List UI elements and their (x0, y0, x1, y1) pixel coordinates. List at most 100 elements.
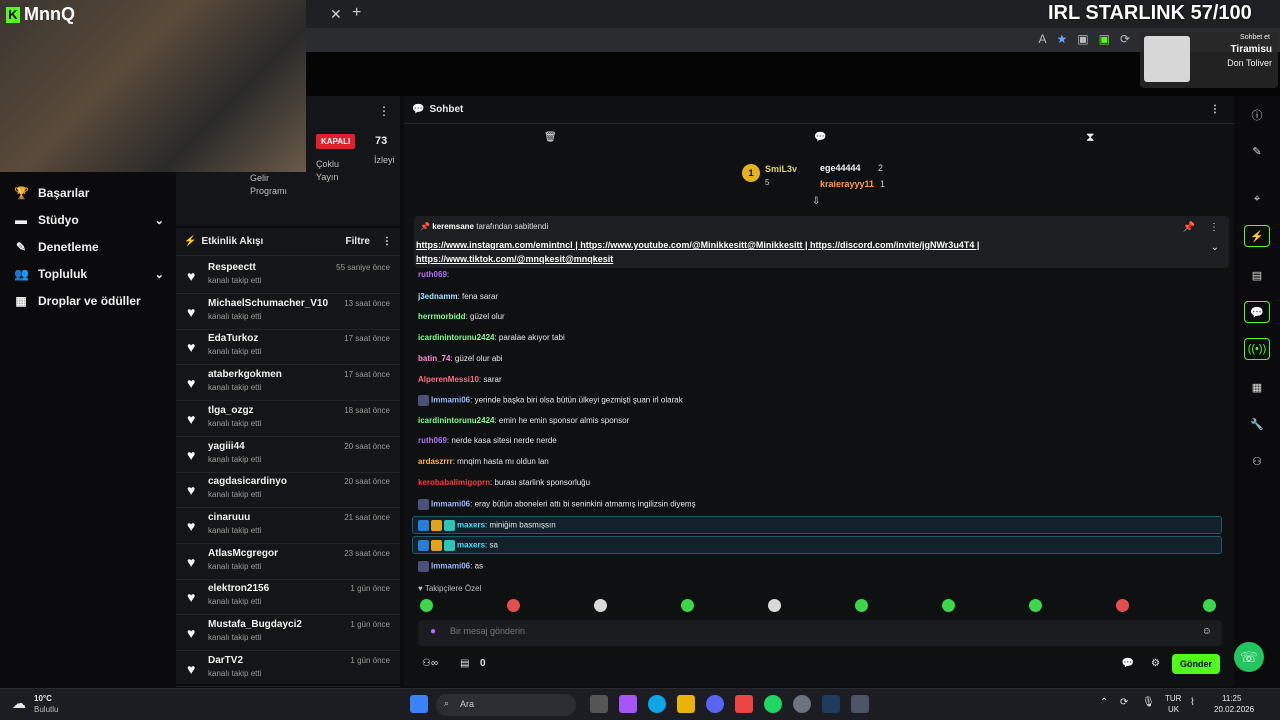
income-program-label[interactable]: Gelir Programı (250, 172, 300, 198)
chat-username[interactable]: kerobabalimigoprn (418, 478, 490, 487)
follower-name[interactable]: MichaelSchumacher_V10 (208, 298, 328, 309)
sidebar-item-moderation[interactable]: ✎ Denetleme (14, 240, 164, 254)
capture-icon[interactable]: ⌖ (1244, 188, 1270, 210)
emote-icon[interactable] (768, 599, 781, 612)
app-icon[interactable] (851, 695, 869, 713)
list-item[interactable]: ♥ Respeectt kanalı takip etti 55 saniye önc… (176, 258, 400, 294)
chat-username[interactable]: maxers (457, 521, 485, 530)
more-options-icon[interactable]: ⋮ (378, 104, 390, 118)
new-tab-icon[interactable]: + (352, 4, 361, 22)
pinned-by-user[interactable]: keremsane (432, 222, 474, 231)
leader-name[interactable]: kraierayyy11 (820, 179, 874, 189)
leader-name[interactable]: ege44444 (820, 163, 861, 173)
more-options-icon[interactable]: ⋮ (1210, 104, 1220, 115)
microphone-icon[interactable]: 🎙 (1142, 697, 1155, 708)
sidebar-item-studio[interactable]: ▬ Stüdyo ⌄ (14, 213, 164, 227)
more-options-icon[interactable]: ⋮ (1209, 222, 1219, 233)
list-item[interactable]: ♥ DarTV2 kanalı takip etti 1 gün önce (176, 651, 400, 687)
chat-input-box[interactable]: ● ☺ (418, 620, 1222, 646)
chat-message[interactable]: icardinintorunu2424: paralae akıyor tabi (418, 333, 565, 342)
edge-browser-icon[interactable] (648, 695, 666, 713)
spotify-icon[interactable] (764, 695, 782, 713)
chat-message[interactable]: herrmorbidd: güzel olur (418, 312, 505, 321)
tab-close-icon[interactable]: ✕ (330, 6, 342, 23)
list-item[interactable]: ♥ Mustafa_Bugdayci2 kanalı takip etti 1 gün… (176, 615, 400, 651)
weather-cloud-icon[interactable]: ☁ (12, 695, 26, 712)
clock-time[interactable]: 11:25 (1222, 694, 1241, 703)
follower-name[interactable]: Respeectt (208, 262, 256, 273)
list-item[interactable]: ♥ elektron2156 kanalı takip etti 1 gün önce (176, 579, 400, 616)
bolt-icon[interactable]: ⚡ (1244, 225, 1270, 247)
multistream-label[interactable]: Çoklu Yayın (316, 158, 356, 184)
chat-username[interactable]: ardaszrrr (418, 457, 453, 466)
chat-message[interactable]: kerobabalimigoprn: burası starlink spons… (418, 478, 590, 487)
community-icon[interactable]: ⚇ (1244, 450, 1270, 472)
emote-icon[interactable] (1203, 599, 1216, 612)
chat-message[interactable]: ruth069: (418, 270, 449, 279)
follower-name[interactable]: yagiii44 (208, 441, 245, 452)
store-icon[interactable]: ▤ (460, 658, 469, 669)
list-item[interactable]: ♥ tlga_ozgz kanalı takip etti 18 saat önce (176, 401, 400, 437)
address-bar[interactable] (300, 28, 1280, 52)
list-item[interactable]: ♥ MichaelSchumacher_V10 kanalı takip etti 1… (176, 294, 400, 330)
emote-icon[interactable] (942, 599, 955, 612)
microphone-icon[interactable]: ● (430, 626, 436, 637)
chat-message[interactable]: j3ednamm: fena sarar (418, 292, 498, 301)
emote-icon[interactable] (681, 599, 694, 612)
language-code[interactable]: TUR (1165, 694, 1181, 703)
chat-username[interactable]: batin_74 (418, 354, 450, 363)
emote-icon[interactable] (1116, 599, 1129, 612)
list-item[interactable]: ♥ cagdasicardinyo kanalı takip etti 20 saat… (176, 472, 400, 509)
emote-icon[interactable] (594, 599, 607, 612)
chat-bubble-icon[interactable]: 💬 (1244, 301, 1270, 323)
follower-name[interactable]: cinaruuu (208, 512, 250, 523)
chat-bubble-icon[interactable]: 💬 (1122, 658, 1134, 669)
task-view-icon[interactable] (590, 695, 608, 713)
list-item[interactable]: ♥ ataberkgokmen kanalı takip etti 17 saat ö… (176, 365, 400, 402)
refresh-icon[interactable]: ⟳ (1120, 32, 1130, 46)
wifi-icon[interactable]: ⌇ (1190, 697, 1195, 708)
list-item[interactable]: ♥ EdaTurkoz kanalı takip etti 17 saat önce (176, 329, 400, 366)
sidebar-item-achievements[interactable]: 🏆 Başarılar (14, 186, 164, 200)
chat-message[interactable]: ardaszrrr: mnqim hasta mı oldun lan (418, 457, 549, 466)
sync-icon[interactable]: ⟳ (1120, 697, 1128, 708)
emote-icon[interactable] (420, 599, 433, 612)
follower-name[interactable]: Mustafa_Bugdayci2 (208, 619, 302, 630)
chat-message[interactable]: icardinintorunu2424: emin he emin sponso… (418, 416, 629, 425)
pinned-links[interactable]: https://www.instagram.com/emintncl | htt… (416, 238, 1026, 266)
chat-username[interactable]: Immami06 (431, 500, 470, 509)
follower-name[interactable]: tlga_ozgz (208, 405, 254, 416)
chat-username[interactable]: icardinintorunu2424 (418, 333, 494, 342)
emote-icon[interactable] (855, 599, 868, 612)
list-item[interactable]: ♥ AtlasMcgregor kanalı takip etti 23 saat ö… (176, 544, 400, 580)
follower-name[interactable]: DarTV2 (208, 655, 243, 666)
taskbar-search[interactable]: ⌕ Ara (436, 694, 576, 716)
chat-bubble-icon[interactable]: 💬 (814, 132, 826, 143)
follower-name[interactable]: AtlasMcgregor (208, 548, 278, 559)
chat-message[interactable]: Immami06: as (418, 561, 483, 572)
trash-icon[interactable]: 🗑 (544, 132, 557, 143)
sidebar-item-community[interactable]: 👥 Topluluk ⌄ (14, 267, 164, 281)
chat-message[interactable]: Immami06: yerinde başka biri olsa bütün … (418, 395, 683, 406)
read-aloud-icon[interactable]: A (1038, 32, 1046, 46)
follower-name[interactable]: cagdasicardinyo (208, 476, 287, 487)
filter-button[interactable]: Filtre (346, 236, 370, 247)
steam-icon[interactable] (822, 695, 840, 713)
help-chat-icon[interactable]: ☏ (1234, 642, 1264, 672)
extension-icon[interactable]: ▣ (1077, 32, 1088, 46)
follower-name[interactable]: EdaTurkoz (208, 333, 258, 344)
emote-icon[interactable] (1029, 599, 1042, 612)
chat-username[interactable]: Immami06 (431, 562, 470, 571)
chat-message[interactable]: batin_74: güzel olur abi (418, 354, 503, 363)
chevron-up-icon[interactable]: ⌃ (1100, 697, 1108, 708)
pin-icon[interactable]: 📌 (1183, 222, 1195, 233)
edit-icon[interactable]: ✎ (1244, 140, 1270, 162)
chevron-down-icon[interactable]: ⌄ (155, 214, 164, 227)
points-icon[interactable]: ⚇∞ (422, 658, 438, 669)
more-options-icon[interactable]: ⋮ (382, 236, 392, 247)
hourglass-icon[interactable]: ⧗ (1086, 130, 1094, 145)
layout-icon[interactable]: ▦ (1244, 376, 1270, 398)
scroll-down-icon[interactable]: ⇩ (812, 196, 820, 207)
extension-icon[interactable]: ▣ (1099, 32, 1110, 46)
send-button[interactable]: Gönder (1172, 654, 1220, 674)
